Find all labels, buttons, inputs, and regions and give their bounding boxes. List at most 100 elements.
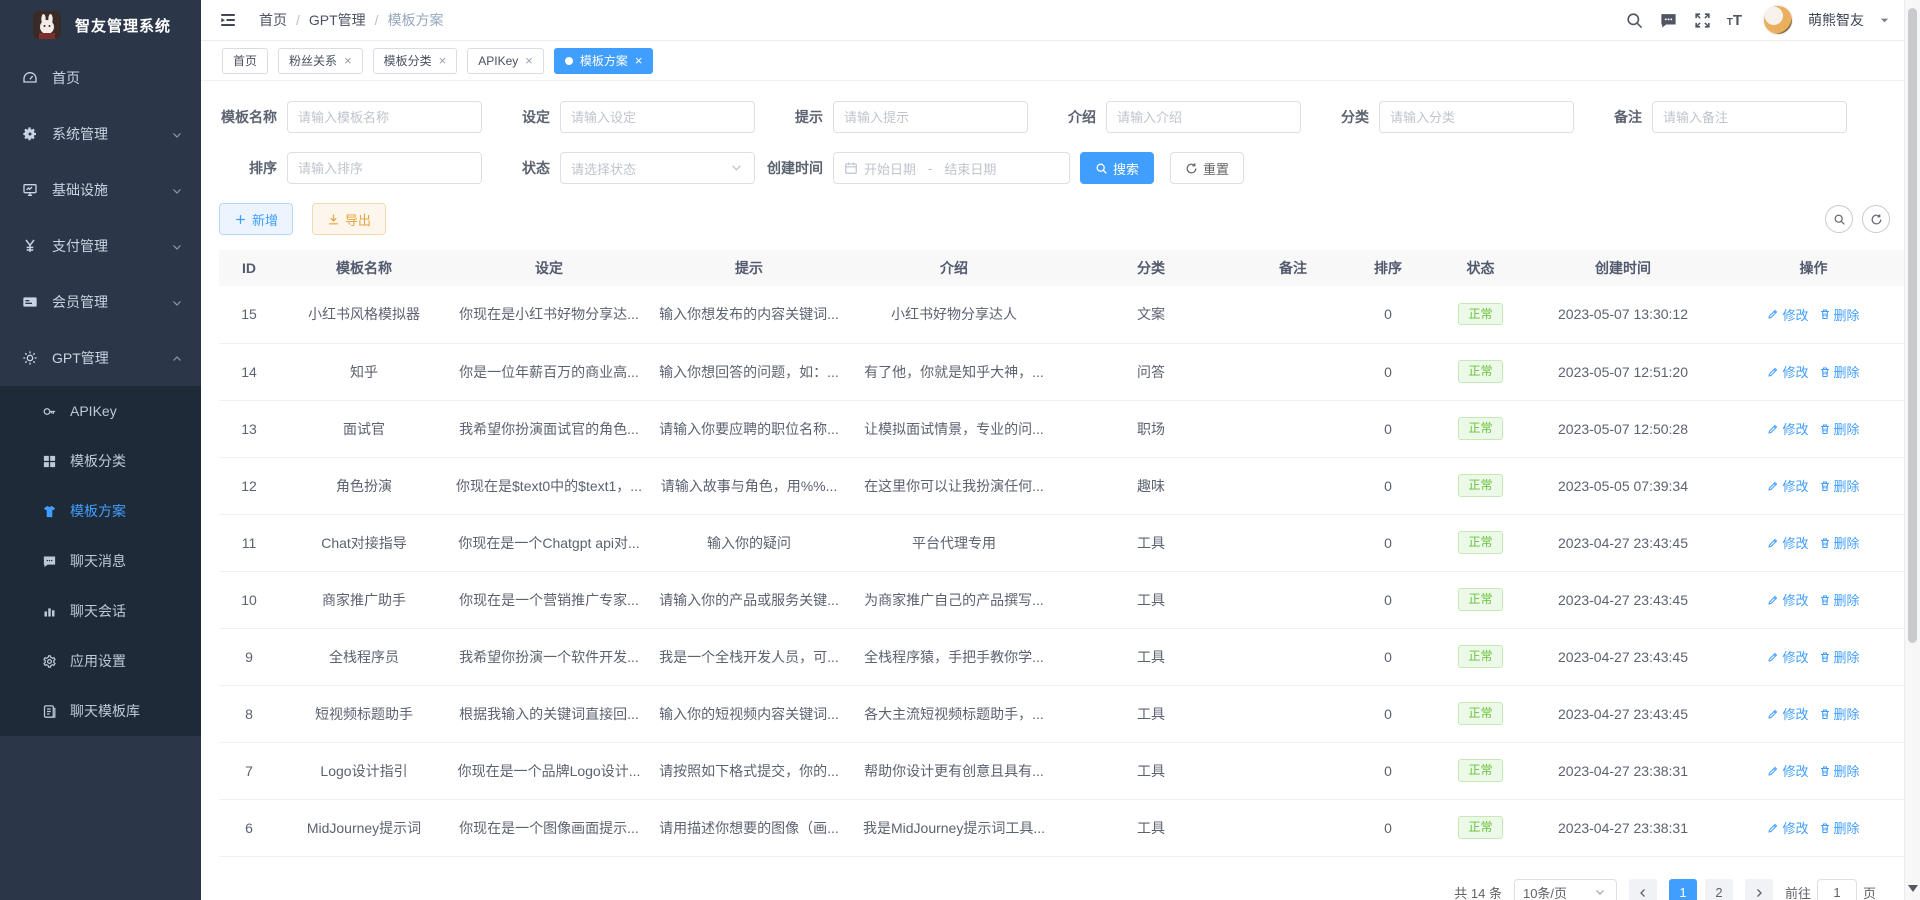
- delete-icon: [1819, 765, 1831, 777]
- edit-link[interactable]: 修改: [1767, 818, 1808, 837]
- tab-模板分类[interactable]: 模板分类×: [373, 48, 458, 74]
- sidebar-item-会员管理[interactable]: 会员管理: [0, 274, 201, 330]
- edit-link[interactable]: 修改: [1767, 419, 1808, 438]
- edit-link[interactable]: 修改: [1767, 362, 1808, 381]
- table-row: 12角色扮演你现在是$text0中的$text1，...请输入故事与角色，用%%…: [219, 457, 1904, 514]
- fullscreen-icon[interactable]: [1693, 11, 1712, 30]
- tab-模板方案[interactable]: 模板方案×: [554, 48, 654, 74]
- delete-link[interactable]: 删除: [1819, 818, 1860, 837]
- delete-icon: [1819, 651, 1831, 663]
- cell-name: 角色扮演: [279, 457, 449, 514]
- cell-actions: 修改删除: [1718, 685, 1904, 742]
- breadcrumb-item: 模板方案: [388, 10, 444, 30]
- cell-category: 工具: [1059, 571, 1243, 628]
- tab-close-icon[interactable]: ×: [525, 54, 533, 67]
- column-header-模板名称: 模板名称: [279, 250, 449, 286]
- tab-粉丝关系[interactable]: 粉丝关系×: [278, 48, 363, 74]
- sidebar-item-基础设施[interactable]: 基础设施: [0, 162, 201, 218]
- filter-input-提示[interactable]: [844, 110, 1017, 125]
- tab-close-icon[interactable]: ×: [344, 54, 352, 67]
- breadcrumb-item[interactable]: 首页: [259, 10, 287, 30]
- sidebar-item-首页[interactable]: 首页: [0, 50, 201, 106]
- topbar-actions: TT 萌熊智友: [1625, 5, 1890, 35]
- delete-link[interactable]: 删除: [1819, 590, 1860, 609]
- sidebar-subitem-聊天会话[interactable]: 聊天会话: [0, 586, 201, 636]
- page-button-2[interactable]: 2: [1705, 879, 1733, 900]
- sort-input[interactable]: [298, 161, 471, 176]
- refresh-button[interactable]: [1862, 205, 1890, 233]
- prev-page-button[interactable]: [1629, 879, 1657, 900]
- toggle-search-button[interactable]: [1825, 205, 1853, 233]
- sidebar-item-系统管理[interactable]: 系统管理: [0, 106, 201, 162]
- chat-session-icon: [42, 604, 57, 619]
- goto-page-input[interactable]: [1817, 879, 1857, 900]
- filter-input-设定[interactable]: [571, 110, 744, 125]
- sidebar-subitem-聊天消息[interactable]: 聊天消息: [0, 536, 201, 586]
- cell-name: 商家推广助手: [279, 571, 449, 628]
- delete-link[interactable]: 删除: [1819, 533, 1860, 552]
- edit-link[interactable]: 修改: [1767, 647, 1808, 666]
- delete-link[interactable]: 删除: [1819, 419, 1860, 438]
- status-select[interactable]: 请选择状态: [560, 152, 755, 184]
- user-avatar[interactable]: [1763, 5, 1793, 35]
- page-button-1[interactable]: 1: [1669, 879, 1697, 900]
- sidebar-item-支付管理[interactable]: 支付管理: [0, 218, 201, 274]
- delete-link[interactable]: 删除: [1819, 761, 1860, 780]
- filter-input-介绍[interactable]: [1117, 110, 1290, 125]
- sidebar-subitem-APIKey[interactable]: APIKey: [0, 386, 201, 436]
- cell-name: 全栈程序员: [279, 628, 449, 685]
- edit-link[interactable]: 修改: [1767, 704, 1808, 723]
- status-badge: 正常: [1458, 303, 1502, 325]
- next-page-button[interactable]: [1745, 879, 1773, 900]
- user-name[interactable]: 萌熊智友: [1808, 10, 1864, 30]
- add-button[interactable]: 新增: [219, 203, 293, 235]
- filter-input-备注[interactable]: [1663, 110, 1836, 125]
- edit-link[interactable]: 修改: [1767, 533, 1808, 552]
- delete-link[interactable]: 删除: [1819, 362, 1860, 381]
- sidebar-subitem-模板分类[interactable]: 模板分类: [0, 436, 201, 486]
- cell-created: 2023-05-07 13:30:12: [1528, 286, 1718, 343]
- breadcrumb-item[interactable]: GPT管理: [309, 10, 366, 30]
- export-button[interactable]: 导出: [312, 203, 386, 235]
- page-size-select[interactable]: 10条/页: [1514, 879, 1617, 900]
- sidebar-subitem-应用设置[interactable]: 应用设置: [0, 636, 201, 686]
- tab-close-icon[interactable]: ×: [439, 54, 447, 67]
- edit-link[interactable]: 修改: [1767, 761, 1808, 780]
- sidebar-item-GPT管理[interactable]: GPT管理: [0, 330, 201, 386]
- pagination-goto: 前往 页: [1785, 879, 1876, 900]
- main-area: 首页/GPT管理/模板方案 TT 萌熊智友 首页粉丝关系×模板分类×A: [201, 0, 1904, 900]
- scrollbar-down-arrow-icon[interactable]: [1908, 885, 1918, 892]
- create-time-range[interactable]: 开始日期 - 结束日期: [833, 152, 1070, 184]
- sidebar-subitem-模板方案[interactable]: 模板方案: [0, 486, 201, 536]
- page-scrollbar[interactable]: [1904, 0, 1920, 900]
- tab-close-icon[interactable]: ×: [635, 54, 643, 67]
- message-icon[interactable]: [1659, 11, 1678, 30]
- breadcrumb-separator: /: [375, 12, 379, 28]
- search-icon[interactable]: [1625, 11, 1644, 30]
- search-button-label: 搜索: [1113, 159, 1139, 178]
- cell-id: 14: [219, 343, 279, 400]
- edit-link[interactable]: 修改: [1767, 590, 1808, 609]
- tab-APIKey[interactable]: APIKey×: [467, 48, 544, 74]
- filter-label: 提示: [765, 107, 833, 127]
- cell-status: 正常: [1433, 286, 1528, 343]
- delete-link[interactable]: 删除: [1819, 305, 1860, 324]
- edit-link[interactable]: 修改: [1767, 476, 1808, 495]
- delete-link[interactable]: 删除: [1819, 704, 1860, 723]
- reset-button[interactable]: 重置: [1170, 152, 1244, 184]
- edit-link[interactable]: 修改: [1767, 305, 1808, 324]
- scrollbar-thumb[interactable]: [1908, 8, 1917, 643]
- delete-link[interactable]: 删除: [1819, 476, 1860, 495]
- delete-link[interactable]: 删除: [1819, 647, 1860, 666]
- tab-首页[interactable]: 首页: [222, 48, 268, 74]
- sidebar-fold-icon[interactable]: [219, 11, 237, 29]
- font-size-icon[interactable]: TT: [1727, 13, 1742, 28]
- user-menu-caret-icon[interactable]: [1879, 15, 1890, 26]
- filter-input-模板名称[interactable]: [298, 110, 471, 125]
- sidebar-subitem-聊天模板库[interactable]: 聊天模板库: [0, 686, 201, 736]
- cell-setting: 你是一位年薪百万的商业高...: [449, 343, 649, 400]
- chevron-down-icon: [171, 240, 183, 252]
- filter-input-分类[interactable]: [1390, 110, 1563, 125]
- search-button[interactable]: 搜索: [1080, 152, 1154, 184]
- edit-link-label: 修改: [1782, 305, 1808, 324]
